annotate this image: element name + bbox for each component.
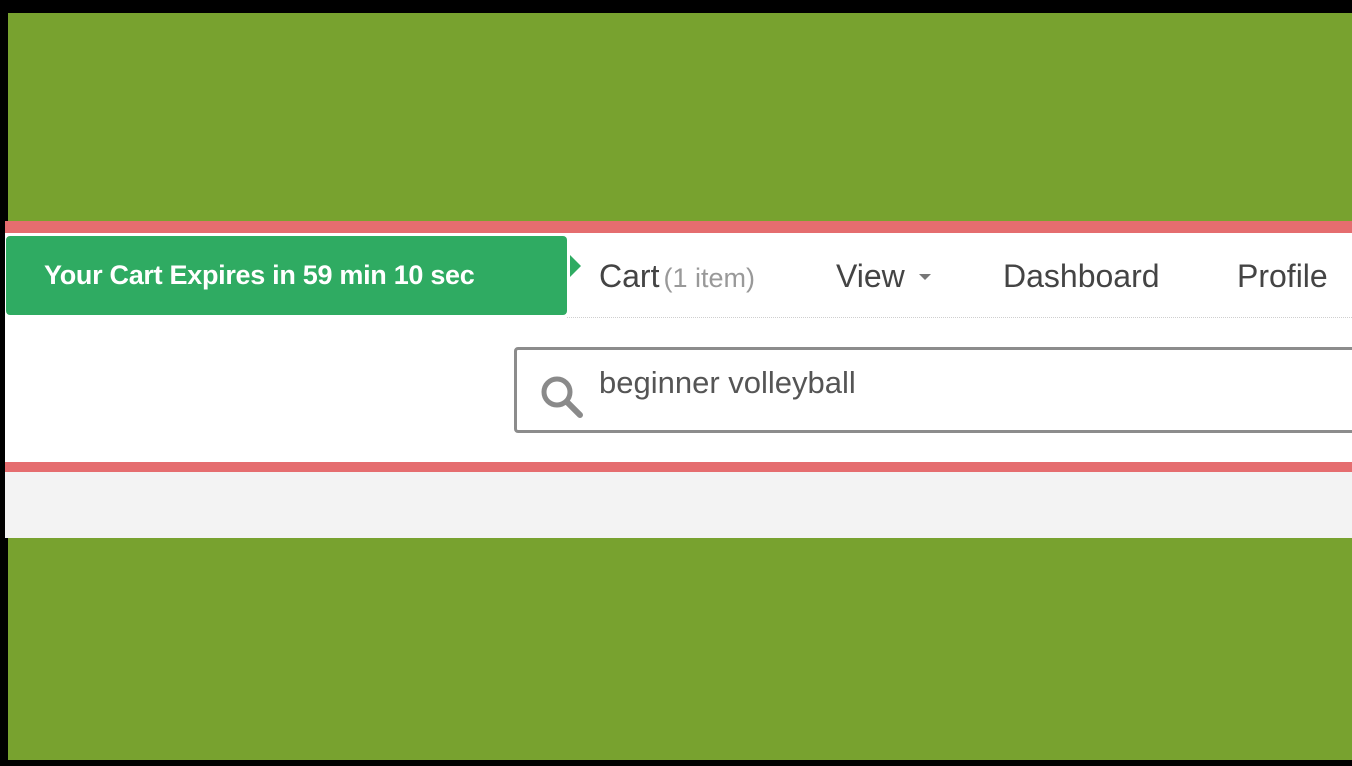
nav-cart-link[interactable]: Cart (1 item) <box>599 254 755 298</box>
nav-dashboard-label: Dashboard <box>1003 258 1160 294</box>
header-accent-bottom <box>5 462 1352 472</box>
nav-view-dropdown[interactable]: View <box>836 254 931 298</box>
search-box[interactable] <box>514 347 1352 433</box>
header-accent-top <box>5 221 1352 233</box>
nav-dashboard-link[interactable]: Dashboard <box>1003 254 1160 298</box>
nav-cart-label: Cart <box>599 258 660 294</box>
search-input[interactable] <box>599 358 1299 408</box>
nav-divider <box>567 317 1352 318</box>
cart-item-count: (1 item) <box>663 263 755 293</box>
cart-expiry-text: Your Cart Expires in 59 min 10 sec <box>44 260 475 290</box>
nav-view-label: View <box>836 258 905 294</box>
caret-down-icon <box>918 273 931 280</box>
cart-expiry-timer: Your Cart Expires in 59 min 10 sec <box>6 236 567 315</box>
search-icon[interactable] <box>537 372 587 422</box>
nav-profile-label: Profile <box>1237 258 1328 294</box>
nav-profile-link[interactable]: Profile <box>1237 254 1328 298</box>
timer-arrow-icon <box>570 255 581 277</box>
site-header: Your Cart Expires in 59 min 10 sec Cart(… <box>5 221 1352 538</box>
